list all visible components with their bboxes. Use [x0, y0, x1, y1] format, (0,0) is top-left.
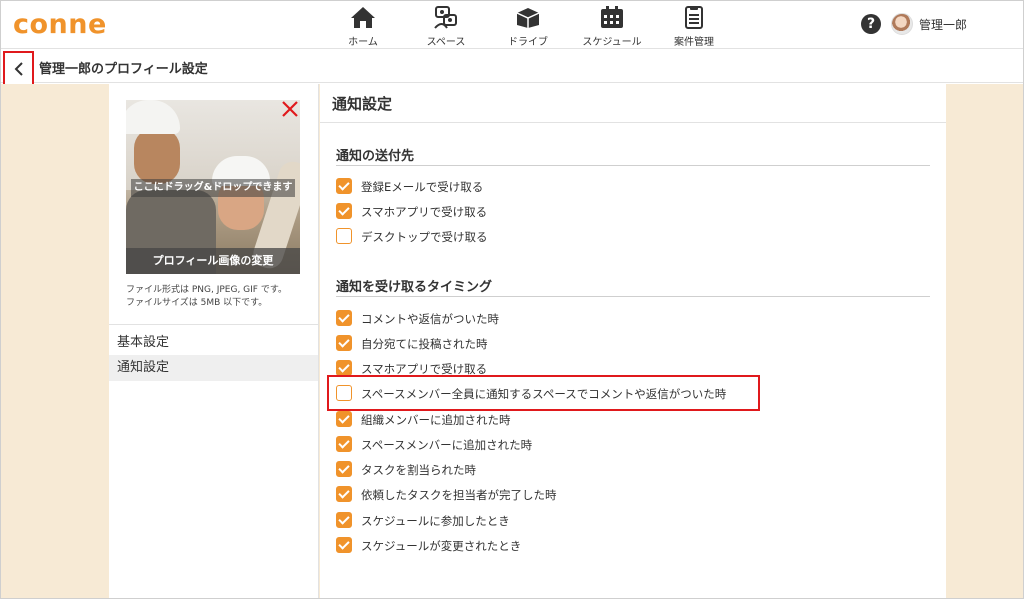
file-size-note: ファイルサイズは 5MB 以下です。 — [126, 298, 268, 308]
conne-logo[interactable]: conne — [13, 9, 107, 40]
checkbox[interactable] — [336, 537, 352, 553]
checkbox[interactable] — [336, 178, 352, 194]
checkbox[interactable] — [336, 360, 352, 376]
nav-drive-label: ドライブ — [508, 37, 548, 48]
nav-space-label: スペース — [426, 37, 466, 48]
chevron-left-icon — [14, 62, 23, 76]
space-icon — [434, 6, 457, 29]
checkbox[interactable] — [336, 411, 352, 427]
nav-projects[interactable]: 案件管理 — [659, 5, 729, 49]
divider — [320, 122, 946, 123]
divider — [109, 324, 318, 325]
sidebar-item-notification-settings[interactable]: 通知設定 — [109, 355, 318, 381]
help-icon[interactable]: ? — [861, 14, 881, 34]
drive-icon — [516, 8, 540, 28]
nav-schedule[interactable]: スケジュール — [577, 5, 647, 49]
section-title: 通知設定 — [332, 95, 393, 113]
checkbox[interactable] — [336, 436, 352, 452]
option-label: 組織メンバーに追加された時 — [361, 413, 511, 427]
option-label: コメントや返信がついた時 — [361, 312, 499, 326]
option-label: スペースメンバーに追加された時 — [361, 438, 533, 452]
page-title: 管理一郎のプロフィール設定 — [39, 62, 208, 77]
top-navigation-bar: conne ホーム スペース ドライブ スケジュール 案件管理 ? 管理一郎 — [1, 1, 1023, 49]
sidebar-item-basic-settings[interactable]: 基本設定 — [109, 330, 318, 356]
notification-settings-panel: 通知設定 通知の送付先 登録Eメールで受け取る スマホアプリで受け取る デスクト… — [320, 84, 946, 598]
destination-heading: 通知の送付先 — [336, 149, 415, 164]
option-label: スケジュールが変更されたとき — [361, 539, 522, 553]
user-name: 管理一郎 — [919, 18, 968, 32]
calendar-icon — [601, 6, 623, 28]
checkbox[interactable] — [336, 228, 352, 244]
file-requirements: ファイル形式は PNG, JPEG, GIF です。 ファイルサイズは 5MB … — [126, 284, 287, 310]
home-icon — [351, 7, 375, 28]
nav-home-label: ホーム — [348, 37, 378, 48]
option-label: 自分宛てに投稿された時 — [361, 337, 488, 351]
option-label: タスクを割当られた時 — [361, 463, 476, 477]
nav-drive[interactable]: ドライブ — [493, 5, 563, 49]
checkbox[interactable] — [336, 486, 352, 502]
checkbox[interactable] — [336, 310, 352, 326]
title-bar: 管理一郎のプロフィール設定 — [1, 50, 1023, 86]
checkbox[interactable] — [336, 335, 352, 351]
checkbox[interactable] — [336, 512, 352, 528]
option-label: スマホアプリで受け取る — [361, 205, 488, 219]
document-icon — [685, 6, 703, 29]
avatar — [891, 13, 913, 35]
drop-hint: ここにドラッグ&ドロップできます — [131, 179, 295, 197]
close-icon[interactable] — [281, 100, 299, 118]
back-button[interactable] — [3, 51, 34, 86]
profile-image-dropzone[interactable]: ここにドラッグ&ドロップできます プロフィール画像の変更 — [126, 100, 300, 274]
nav-home[interactable]: ホーム — [328, 5, 398, 49]
change-image-button[interactable]: プロフィール画像の変更 — [126, 248, 300, 274]
option-label: スケジュールに参加したとき — [361, 514, 510, 528]
option-label: デスクトップで受け取る — [361, 230, 488, 244]
file-format-note: ファイル形式は PNG, JPEG, GIF です。 — [126, 285, 287, 295]
profile-sidebar: ここにドラッグ&ドロップできます プロフィール画像の変更 ファイル形式は PNG… — [109, 84, 319, 598]
highlight-annotation — [327, 375, 760, 411]
photo-face — [134, 128, 180, 184]
timing-heading: 通知を受け取るタイミング — [336, 280, 493, 295]
checkbox[interactable] — [336, 203, 352, 219]
divider — [336, 165, 930, 166]
checkbox[interactable] — [336, 461, 352, 477]
nav-projects-label: 案件管理 — [674, 37, 714, 48]
option-label: 登録Eメールで受け取る — [361, 180, 484, 194]
option-label: 依頼したタスクを担当者が完了した時 — [361, 488, 557, 502]
nav-schedule-label: スケジュール — [582, 37, 642, 48]
divider — [336, 296, 930, 297]
nav-space[interactable]: スペース — [411, 5, 481, 49]
